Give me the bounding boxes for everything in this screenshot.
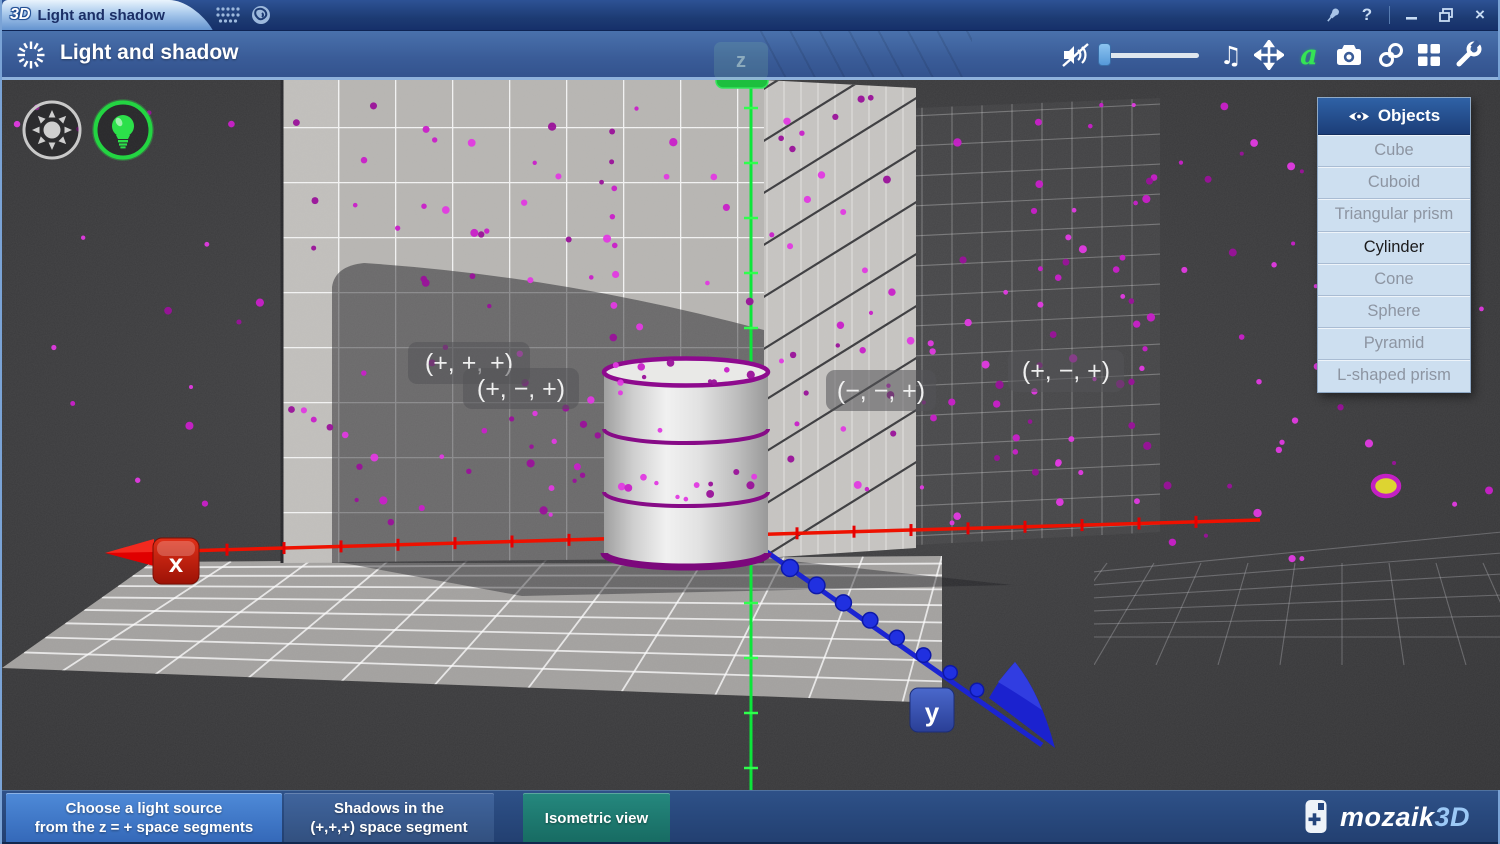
task-button-shadows[interactable]: Shadows in the (+,+,+) space segment	[284, 793, 494, 843]
dots-grid-icon[interactable]	[215, 3, 241, 27]
volume-slider-handle[interactable]	[1098, 43, 1111, 66]
bottom-task-bar: Choose a light source from the z = + spa…	[2, 790, 1498, 844]
link-icon[interactable]	[1374, 38, 1408, 72]
scene-canvas[interactable]: x y (+, +, +)	[2, 80, 1500, 790]
move-icon[interactable]	[1252, 38, 1286, 72]
eye-icon	[1348, 109, 1370, 124]
pin-icon[interactable]	[1321, 4, 1345, 26]
mute-icon[interactable]	[1060, 38, 1094, 72]
objects-item-l-shaped-prism[interactable]: L-shaped prism	[1318, 360, 1470, 391]
header-transparency-stripes	[757, 30, 972, 77]
cylinder-object[interactable]	[604, 359, 768, 568]
task-button-line: Isometric view	[545, 809, 648, 828]
spinner-burst-icon[interactable]	[14, 38, 48, 72]
task-button-line: Choose a light source	[66, 799, 223, 818]
task-button-isometric[interactable]: Isometric view	[523, 793, 670, 843]
z-axis-label-ghost: z	[714, 42, 768, 80]
objects-item-sphere[interactable]: Sphere	[1318, 296, 1470, 328]
objects-item-cube[interactable]: Cube	[1318, 135, 1470, 167]
objects-item-triangular-prism[interactable]: Triangular prism	[1318, 199, 1470, 231]
camera-icon[interactable]	[1332, 38, 1366, 72]
title-bar: 3D Light and shadow ?	[2, 0, 1498, 31]
scene-3d-viewport[interactable]: x y (+, +, +)	[2, 80, 1500, 790]
x-axis-label: x	[169, 548, 184, 578]
sun-light-button[interactable]	[21, 99, 83, 161]
task-button-choose-light[interactable]: Choose a light source from the z = + spa…	[6, 793, 282, 843]
app-logo-3d: 3D	[10, 6, 30, 24]
objects-panel: Objects CubeCuboidTriangular prismCylind…	[1317, 97, 1471, 393]
volume-slider-track[interactable]	[1099, 53, 1199, 58]
z-axis-label-box	[716, 80, 768, 88]
objects-item-cone[interactable]: Cone	[1318, 264, 1470, 296]
globe-icon[interactable]	[248, 3, 274, 27]
grid-icon[interactable]	[1412, 38, 1446, 72]
y-axis-label: y	[925, 697, 940, 727]
bulb-light-button[interactable]	[92, 99, 154, 161]
objects-item-cylinder[interactable]: Cylinder	[1318, 232, 1470, 264]
task-button-line: from the z = + space segments	[35, 818, 253, 837]
angled-wall	[762, 80, 918, 560]
restore-button[interactable]	[1434, 4, 1458, 26]
mozaik-brand: mozaik3D	[1304, 798, 1470, 836]
brand-suffix: 3D	[1434, 802, 1470, 832]
music-note-icon[interactable]: ♫	[1214, 38, 1248, 72]
octant-label: (+, −, +)	[1022, 357, 1110, 385]
mozaik-logo-icon	[1304, 798, 1330, 836]
wireframe-floor	[1032, 532, 1500, 665]
page-title: Light and shadow	[60, 41, 239, 65]
tab-title: Light and shadow	[37, 7, 165, 24]
minimize-button[interactable]	[1400, 4, 1424, 26]
brand-word: mozaik	[1340, 802, 1435, 832]
wrench-icon[interactable]	[1450, 38, 1484, 72]
objects-list: CubeCuboidTriangular prismCylinderConeSp…	[1318, 135, 1470, 392]
app-tab[interactable]: 3D Light and shadow	[2, 0, 170, 30]
octant-label: (−, −, +)	[837, 377, 925, 405]
close-button[interactable]: ×	[1468, 4, 1492, 26]
light-source-point[interactable]	[1373, 476, 1399, 496]
task-button-line: (+,+,+) space segment	[310, 818, 467, 837]
objects-item-pyramid[interactable]: Pyramid	[1318, 328, 1470, 360]
titlebar-separator	[1389, 6, 1390, 24]
app-header: z Light and shadow ♫ a	[2, 30, 1498, 80]
dark-grid-wall	[912, 80, 1162, 550]
octant-label: (+, −, +)	[477, 375, 565, 403]
objects-panel-header[interactable]: Objects	[1318, 98, 1470, 135]
task-button-line: Shadows in the	[334, 799, 444, 818]
objects-item-cuboid[interactable]: Cuboid	[1318, 167, 1470, 199]
objects-panel-title: Objects	[1378, 106, 1440, 126]
annotation-a-icon[interactable]: a	[1292, 38, 1326, 72]
help-button[interactable]: ?	[1355, 4, 1379, 26]
